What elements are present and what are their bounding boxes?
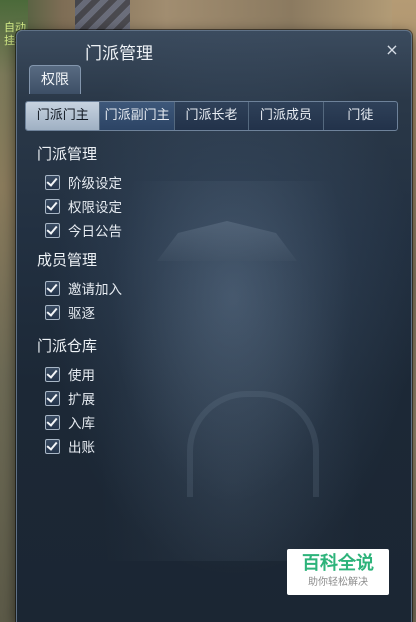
watermark-subtitle: 助你轻松解决 — [308, 577, 368, 588]
group-title: 门派仓库 — [37, 337, 98, 355]
watermark-title: 百科全说 — [302, 553, 374, 574]
permission-use[interactable]: 使用 — [37, 362, 97, 386]
permission-label: 阶级设定 — [68, 176, 122, 192]
tab-disciple[interactable]: 门徒 — [322, 102, 397, 130]
rank-tabs: 门派门主 门派副门主 门派长老 门派成员 门徒 — [25, 101, 398, 131]
checkbox-checked-icon[interactable] — [45, 438, 60, 454]
permission-label: 出账 — [68, 440, 95, 456]
checkbox-checked-icon[interactable] — [45, 414, 60, 430]
background-bridge-arch — [187, 391, 319, 497]
permission-invite[interactable]: 邀请加入 — [37, 276, 122, 300]
permission-label: 扩展 — [68, 392, 95, 408]
permission-label: 邀请加入 — [68, 282, 122, 298]
permission-daily-notice[interactable]: 今日公告 — [37, 218, 122, 242]
checkbox-checked-icon[interactable] — [45, 222, 60, 238]
background-temple-roof — [157, 221, 297, 261]
group-sect-warehouse: 门派仓库 使用 扩展 入库 出账 — [37, 335, 97, 458]
checkbox-checked-icon[interactable] — [45, 280, 60, 296]
sect-management-window: 门派管理 × 权限 门派门主 门派副门主 门派长老 门派成员 门徒 门派管理 阶… — [16, 30, 412, 622]
background-scenery — [77, 181, 387, 561]
watermark-logo: 百科全说 助你轻松解决 — [287, 549, 389, 595]
permission-deposit[interactable]: 入库 — [37, 410, 97, 434]
tab-permissions[interactable]: 权限 — [29, 65, 81, 94]
permission-label: 今日公告 — [68, 224, 122, 240]
group-sect-management: 门派管理 阶级设定 权限设定 今日公告 — [37, 143, 122, 242]
permission-expand[interactable]: 扩展 — [37, 386, 97, 410]
checkbox-checked-icon[interactable] — [45, 304, 60, 320]
tab-elder[interactable]: 门派长老 — [173, 102, 248, 130]
permission-label: 权限设定 — [68, 200, 122, 216]
permission-withdraw[interactable]: 出账 — [37, 434, 97, 458]
tab-vice-master[interactable]: 门派副门主 — [99, 102, 174, 130]
permission-rank-settings[interactable]: 阶级设定 — [37, 170, 122, 194]
tab-sect-master[interactable]: 门派门主 — [26, 102, 100, 130]
group-member-management: 成员管理 邀请加入 驱逐 — [37, 249, 122, 324]
permission-label: 使用 — [68, 368, 95, 384]
tab-member[interactable]: 门派成员 — [248, 102, 322, 130]
permission-expel[interactable]: 驱逐 — [37, 300, 122, 324]
checkbox-checked-icon[interactable] — [45, 366, 60, 382]
checkbox-checked-icon[interactable] — [45, 174, 60, 190]
game-screen: 自动 挂机 临 门派管理 × 权限 门派门主 门派副门主 门派长老 门派成员 门… — [0, 0, 416, 622]
permission-access-settings[interactable]: 权限设定 — [37, 194, 122, 218]
checkbox-checked-icon[interactable] — [45, 390, 60, 406]
group-title: 成员管理 — [37, 251, 98, 269]
checkbox-checked-icon[interactable] — [45, 198, 60, 214]
permission-label: 驱逐 — [68, 306, 95, 322]
close-icon[interactable]: × — [383, 41, 401, 59]
group-title: 门派管理 — [37, 145, 98, 163]
window-title: 门派管理 — [85, 44, 153, 64]
permission-label: 入库 — [68, 416, 95, 432]
